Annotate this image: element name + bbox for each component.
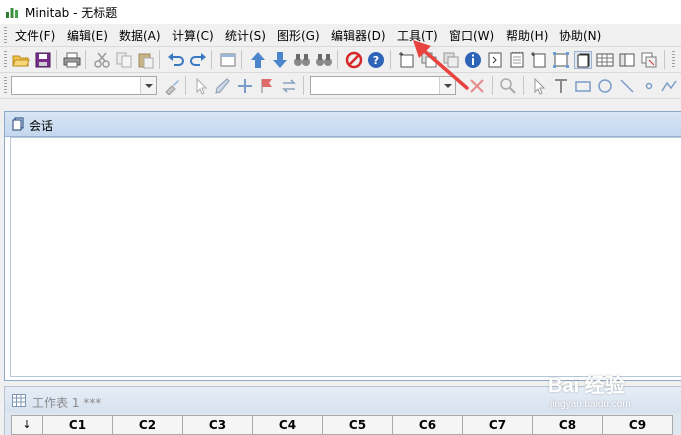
column-header-c2[interactable]: C2 <box>113 415 183 435</box>
toolbar-grip[interactable] <box>672 51 675 68</box>
select-arrow-icon[interactable] <box>530 77 548 95</box>
toolbar-separator <box>241 50 242 69</box>
arrow-down-icon[interactable] <box>271 51 289 69</box>
window-icon[interactable] <box>219 51 237 69</box>
menu-assistant[interactable]: 协助(N) <box>558 27 602 44</box>
session-output-area[interactable] <box>10 137 681 377</box>
worksheet-grid-icon <box>12 394 26 407</box>
line-tool-icon[interactable] <box>618 77 636 95</box>
minitab-window: Minitab - 无标题 文件(F) 编辑(E) 数据(A) 计算(C) 统计… <box>0 0 681 435</box>
watermark-brand: Bai 经验 <box>548 375 625 397</box>
session-doc-icon <box>12 117 24 131</box>
session-window[interactable]: 会话 <box>4 111 681 381</box>
session-window-icon[interactable] <box>574 51 592 69</box>
open-icon[interactable] <box>12 51 30 69</box>
column-header-c1[interactable]: C1 <box>43 415 113 435</box>
worksheet-combo[interactable] <box>11 76 157 95</box>
worksheet-title: 工作表 1 *** <box>32 396 102 410</box>
toolbar-separator <box>56 50 57 69</box>
menu-file[interactable]: 文件(F) <box>14 27 56 44</box>
paint-brush-icon[interactable] <box>214 77 232 95</box>
layout-icon[interactable] <box>552 51 570 69</box>
title-bar: Minitab - 无标题 <box>0 0 681 24</box>
toolbar-grip[interactable] <box>4 51 7 68</box>
swap-icon[interactable] <box>280 77 298 95</box>
toolbar-separator <box>664 50 665 69</box>
toolbar-separator <box>85 50 86 69</box>
window-title: Minitab - 无标题 <box>25 6 118 20</box>
brush-icon[interactable] <box>163 77 181 95</box>
ellipse-tool-icon[interactable] <box>596 77 614 95</box>
chevron-down-icon[interactable] <box>140 77 156 94</box>
column-header-c6[interactable]: C6 <box>393 415 463 435</box>
watermark-url: jingyan.baidu.com <box>550 399 631 410</box>
copy-icon[interactable] <box>115 51 133 69</box>
point-tool-icon[interactable] <box>640 77 658 95</box>
project-toolbar <box>0 73 681 99</box>
standard-toolbar: ? <box>0 47 681 73</box>
text-tool-icon[interactable] <box>552 77 570 95</box>
crosshair-icon[interactable] <box>236 77 254 95</box>
toolbar-separator <box>303 76 304 95</box>
minitab-logo-icon <box>6 8 18 18</box>
menu-bar: 文件(F) 编辑(E) 数据(A) 计算(C) 统计(S) 图形(G) 编辑器(… <box>0 24 681 47</box>
menu-graph[interactable]: 图形(G) <box>276 27 321 44</box>
cut-icon[interactable] <box>93 51 111 69</box>
worksheet-new-icon[interactable] <box>530 51 548 69</box>
undo-icon[interactable] <box>167 51 185 69</box>
panel-icon[interactable] <box>618 51 636 69</box>
column-header-c4[interactable]: C4 <box>253 415 323 435</box>
stop-icon[interactable] <box>345 51 363 69</box>
binoculars-icon[interactable] <box>293 51 311 69</box>
menu-calc[interactable]: 计算(C) <box>171 27 215 44</box>
menu-data[interactable]: 数据(A) <box>118 27 162 44</box>
row-direction-header[interactable]: ↓ <box>11 415 43 435</box>
toolbar-separator <box>337 50 338 69</box>
column-header-c3[interactable]: C3 <box>183 415 253 435</box>
svg-text:?: ? <box>373 54 379 67</box>
menu-grip[interactable] <box>4 27 7 43</box>
overlay-icon[interactable] <box>640 51 658 69</box>
polyline-tool-icon[interactable] <box>660 77 678 95</box>
pointer-icon[interactable] <box>192 77 210 95</box>
toolbar-separator <box>159 50 160 69</box>
menu-editor[interactable]: 编辑器(D) <box>330 27 387 44</box>
toolbar-separator <box>211 50 212 69</box>
print-icon[interactable] <box>63 51 81 69</box>
toolbar-separator <box>185 76 186 95</box>
session-title: 会话 <box>29 119 54 133</box>
binoculars-next-icon[interactable] <box>315 51 333 69</box>
menu-edit[interactable]: 编辑(E) <box>66 27 109 44</box>
table-icon[interactable] <box>596 51 614 69</box>
notepad-icon[interactable] <box>508 51 526 69</box>
column-header-c7[interactable]: C7 <box>463 415 533 435</box>
column-header-c5[interactable]: C5 <box>323 415 393 435</box>
session-title-bar[interactable]: 会话 <box>5 112 681 137</box>
help-icon[interactable]: ? <box>367 51 385 69</box>
menu-help[interactable]: 帮助(H) <box>505 27 549 44</box>
flag-icon[interactable] <box>258 77 276 95</box>
paste-icon[interactable] <box>137 51 155 69</box>
zoom-icon[interactable] <box>499 77 517 95</box>
baidu-watermark: Bai 经验 jingyan.baidu.com <box>548 369 668 429</box>
menu-stat[interactable]: 统计(S) <box>224 27 267 44</box>
session-icon[interactable] <box>486 51 504 69</box>
redo-icon[interactable] <box>189 51 207 69</box>
toolbar-separator <box>492 76 493 95</box>
arrow-up-icon[interactable] <box>249 51 267 69</box>
rectangle-tool-icon[interactable] <box>574 77 592 95</box>
save-icon[interactable] <box>34 51 52 69</box>
toolbar-separator <box>523 76 524 95</box>
toolbar-separator <box>390 50 391 69</box>
toolbar-grip[interactable] <box>4 77 7 94</box>
annotation-arrow-icon <box>413 40 469 90</box>
